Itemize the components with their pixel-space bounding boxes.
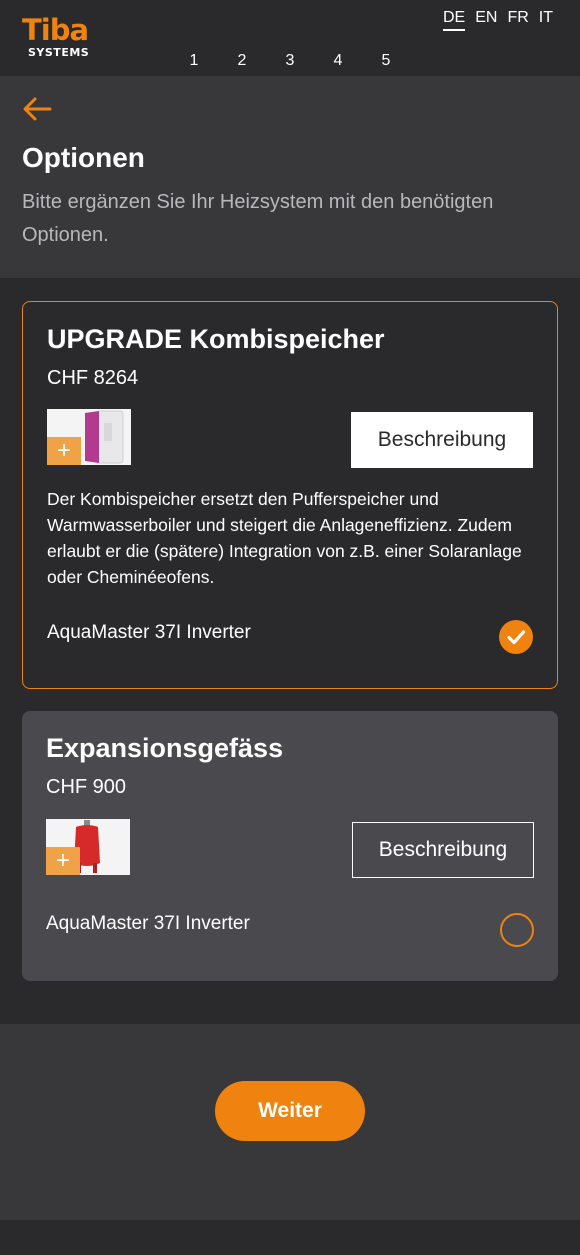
page-title: Optionen (22, 142, 145, 173)
option-card-expansionsgefaess[interactable]: Expansionsgefäss CHF 900 + Beschreibung … (22, 711, 558, 981)
option-price: CHF 8264 (47, 367, 139, 389)
lang-fr[interactable]: FR (507, 9, 528, 31)
brand-sub: SYSTEMS (28, 46, 90, 59)
lang-it[interactable]: IT (539, 9, 553, 31)
back-arrow-icon[interactable] (22, 96, 52, 122)
plus-icon: + (46, 847, 80, 875)
brand-name: Tiba (22, 13, 89, 47)
header: Tiba SYSTEMS DE EN FR IT 1 2 3 4 5 (0, 0, 580, 80)
option-price: CHF 900 (46, 776, 127, 798)
footer: Weiter (0, 1024, 580, 1220)
kombispeicher-thumbnail[interactable]: + (47, 409, 131, 465)
checkmark-icon[interactable] (499, 620, 533, 654)
option-card-kombispeicher[interactable]: UPGRADE Kombispeicher CHF 8264 + Beschre… (22, 301, 558, 689)
option-description: Der Kombispeicher ersetzt den Pufferspei… (47, 489, 522, 587)
plus-icon: + (47, 437, 81, 465)
option-title: UPGRADE Kombispeicher (47, 324, 385, 354)
lang-en[interactable]: EN (475, 9, 497, 31)
next-button[interactable]: Weiter (215, 1081, 365, 1141)
description-button[interactable]: Beschreibung (351, 412, 533, 468)
brand-logo[interactable]: Tiba SYSTEMS (22, 14, 89, 60)
product-name: AquaMaster 37I Inverter (47, 622, 251, 643)
page-subtitle: Bitte ergänzen Sie Ihr Heizsystem mit de… (22, 191, 494, 246)
description-button[interactable]: Beschreibung (352, 822, 534, 878)
intro-section: Optionen Bitte ergänzen Sie Ihr Heizsyst… (0, 76, 580, 278)
option-title: Expansionsgefäss (46, 733, 284, 763)
product-name: AquaMaster 37I Inverter (46, 913, 250, 934)
lang-de[interactable]: DE (442, 9, 466, 31)
expansion-vessel-thumbnail[interactable]: + (46, 819, 130, 875)
radio-unselected-icon[interactable] (500, 913, 534, 947)
language-switcher: DE EN FR IT (442, 9, 553, 31)
